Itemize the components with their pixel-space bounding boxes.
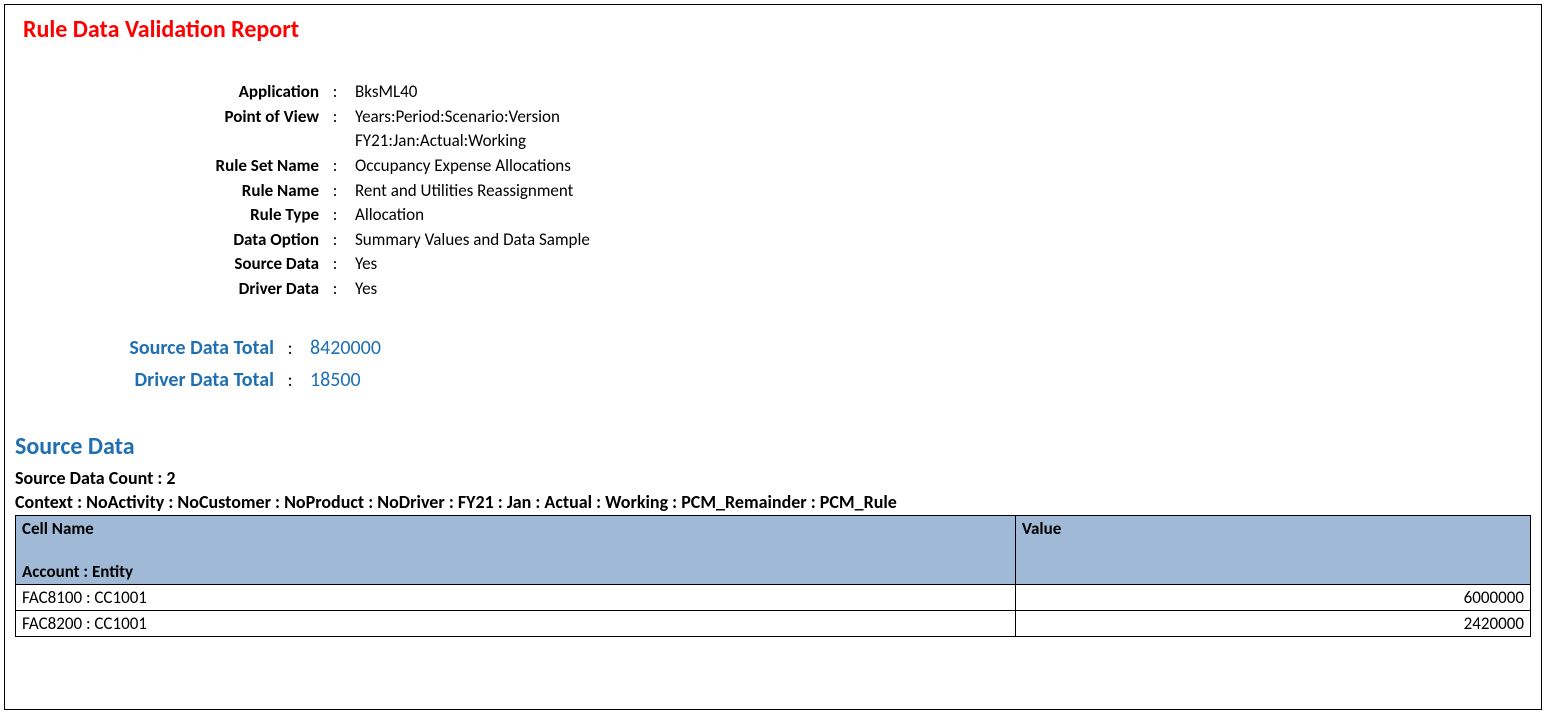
meta-colon: : (325, 203, 345, 228)
meta-colon: : (325, 105, 345, 130)
table-row: FAC8200 : CC1001 2420000 (16, 610, 1531, 636)
meta-value: BksML40 (345, 80, 417, 105)
cell-name: FAC8200 : CC1001 (16, 610, 1016, 636)
total-row-driver: Driver Data Total : 18500 (15, 364, 1531, 396)
meta-colon: : (325, 228, 345, 253)
meta-row-rulename: Rule Name : Rent and Utilities Reassignm… (15, 179, 1531, 204)
pov-line2: FY21:Jan:Actual:Working (355, 129, 560, 154)
table-row: FAC8100 : CC1001 6000000 (16, 584, 1531, 610)
meta-label: Application (15, 80, 325, 105)
totals-block: Source Data Total : 8420000 Driver Data … (15, 332, 1531, 396)
meta-row-ruleset: Rule Set Name : Occupancy Expense Alloca… (15, 154, 1531, 179)
meta-row-dataoption: Data Option : Summary Values and Data Sa… (15, 228, 1531, 253)
total-label: Source Data Total (15, 332, 280, 364)
meta-colon: : (325, 80, 345, 105)
total-value: 8420000 (300, 332, 381, 364)
header-cell-name-sub: Account : Entity (22, 561, 1009, 582)
source-data-section-title: Source Data (15, 432, 1531, 461)
meta-colon: : (325, 154, 345, 179)
total-label: Driver Data Total (15, 364, 280, 396)
meta-label: Driver Data (15, 277, 325, 302)
meta-label: Rule Type (15, 203, 325, 228)
meta-value: Yes (345, 277, 377, 302)
meta-label: Rule Name (15, 179, 325, 204)
table-header-row: Cell Name Account : Entity Value (16, 515, 1531, 584)
header-cell-name: Cell Name Account : Entity (16, 515, 1016, 584)
meta-row-pov: Point of View : Years:Period:Scenario:Ve… (15, 105, 1531, 154)
source-data-table: Cell Name Account : Entity Value FAC8100… (15, 515, 1531, 637)
source-data-context: Context : NoActivity : NoCustomer : NoPr… (15, 491, 1531, 513)
cell-name: FAC8100 : CC1001 (16, 584, 1016, 610)
meta-value: Rent and Utilities Reassignment (345, 179, 573, 204)
meta-colon: : (325, 179, 345, 204)
meta-value: Years:Period:Scenario:Version FY21:Jan:A… (345, 105, 560, 154)
meta-colon: : (325, 277, 345, 302)
meta-value: Allocation (345, 203, 424, 228)
meta-label: Source Data (15, 252, 325, 277)
meta-block: Application : BksML40 Point of View : Ye… (15, 80, 1531, 302)
source-data-count: Source Data Count : 2 (15, 467, 1531, 489)
cell-value: 2420000 (1015, 610, 1530, 636)
header-value: Value (1015, 515, 1530, 584)
pov-line1: Years:Period:Scenario:Version (355, 105, 560, 130)
meta-colon: : (325, 252, 345, 277)
total-row-source: Source Data Total : 8420000 (15, 332, 1531, 364)
meta-row-application: Application : BksML40 (15, 80, 1531, 105)
report-container: Rule Data Validation Report Application … (4, 4, 1542, 710)
cell-value: 6000000 (1015, 584, 1530, 610)
meta-row-driverdata: Driver Data : Yes (15, 277, 1531, 302)
total-colon: : (280, 366, 300, 395)
meta-label: Data Option (15, 228, 325, 253)
total-colon: : (280, 334, 300, 363)
meta-value: Occupancy Expense Allocations (345, 154, 571, 179)
header-cell-name-main: Cell Name (22, 518, 94, 539)
meta-value: Yes (345, 252, 377, 277)
meta-row-sourcedata: Source Data : Yes (15, 252, 1531, 277)
total-value: 18500 (300, 364, 361, 396)
meta-value: Summary Values and Data Sample (345, 228, 590, 253)
meta-row-ruletype: Rule Type : Allocation (15, 203, 1531, 228)
report-title: Rule Data Validation Report (23, 15, 1531, 44)
meta-label: Rule Set Name (15, 154, 325, 179)
meta-label: Point of View (15, 105, 325, 130)
